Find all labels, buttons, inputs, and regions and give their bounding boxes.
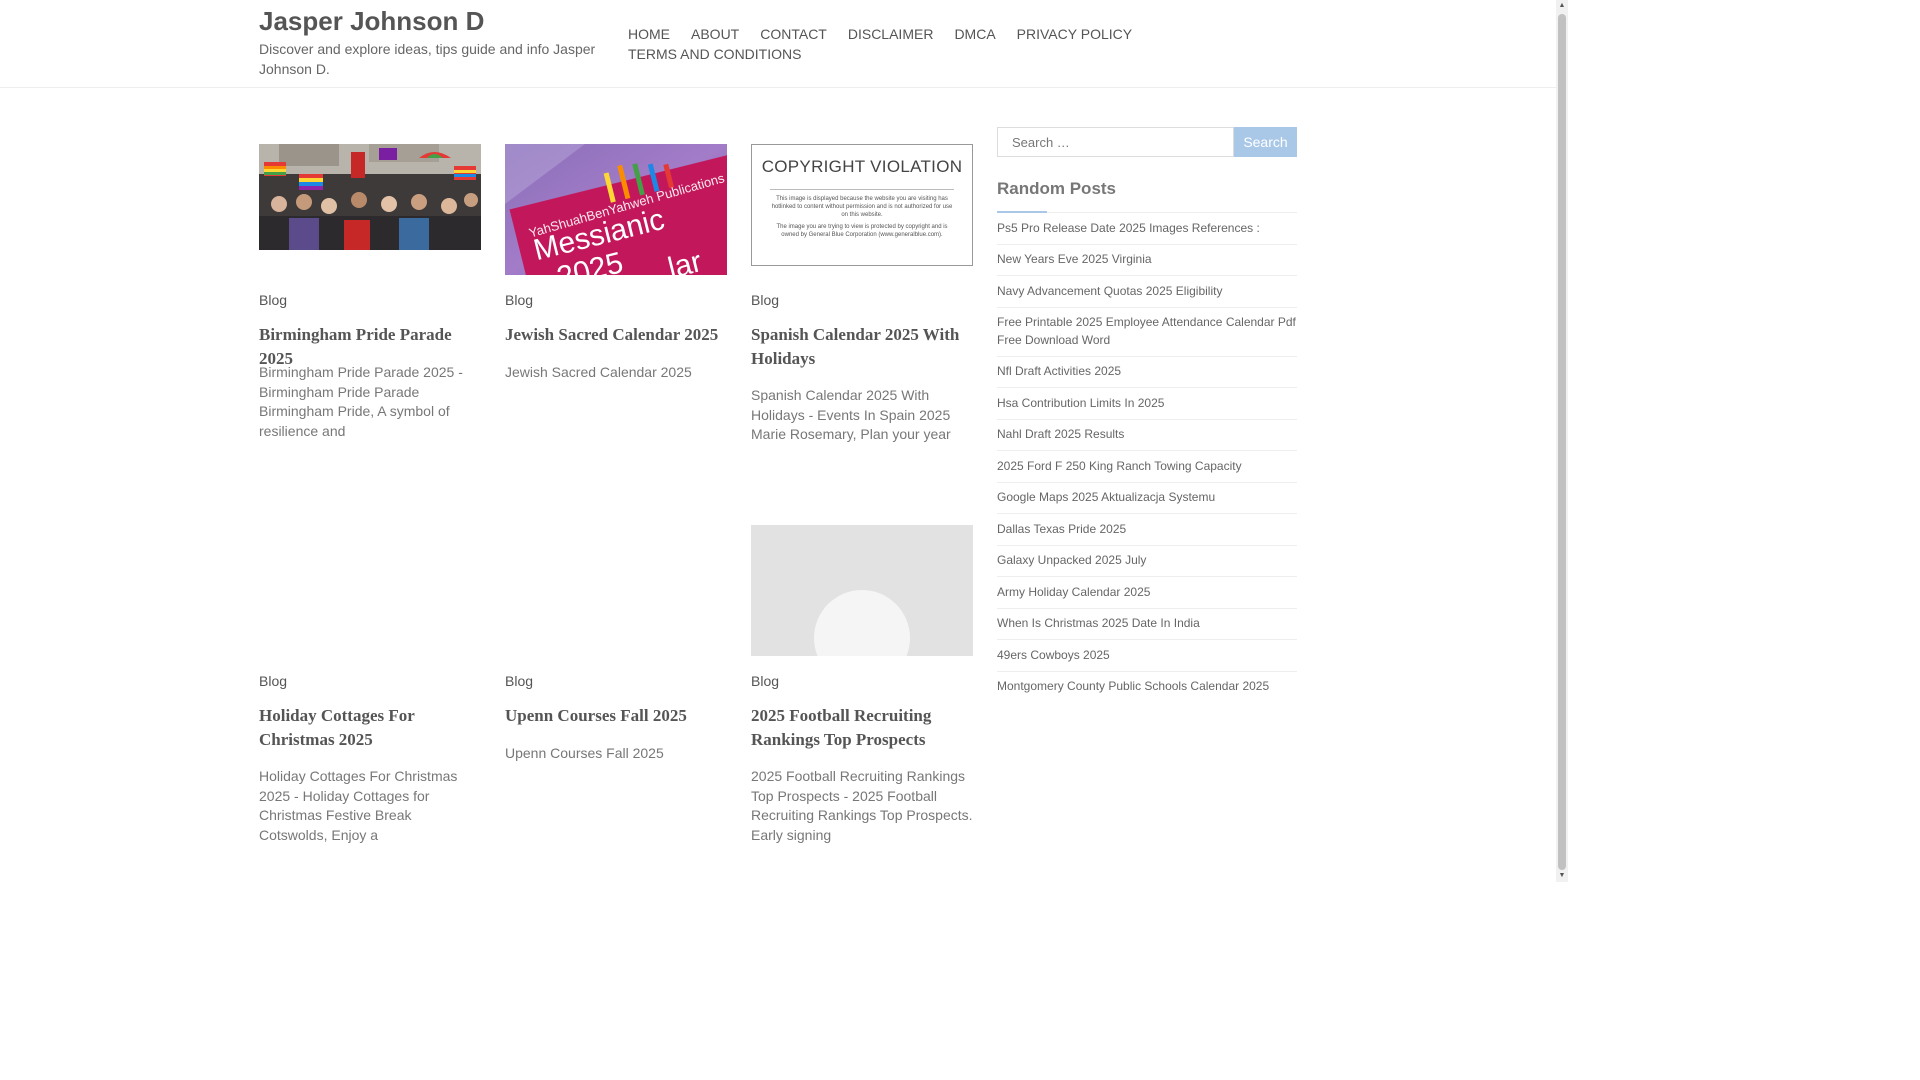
post-excerpt: Holiday Cottages For Christmas 2025 - Ho… <box>259 768 458 843</box>
messianic-calendar-photo: Messianic 2025 lar YahShuahBenYahweh Pub… <box>505 144 727 275</box>
random-posts-list: Ps5 Pro Release Date 2025 Images Referen… <box>997 213 1297 702</box>
post-category[interactable]: Blog <box>259 292 287 308</box>
random-post-item[interactable]: Free Printable 2025 Employee Attendance … <box>997 308 1297 357</box>
nav-home[interactable]: HOME <box>628 24 670 44</box>
post-excerpt: 2025 Football Recruiting Rankings Top Pr… <box>751 768 973 843</box>
nav-disclaimer[interactable]: DISCLAIMER <box>848 24 934 44</box>
post-thumbnail-messianic-calendar[interactable]: Messianic 2025 lar YahShuahBenYahweh Pub… <box>505 144 727 275</box>
post-title[interactable]: Holiday Cottages For Christmas 2025 <box>259 704 481 751</box>
random-post-item[interactable]: Ps5 Pro Release Date 2025 Images Referen… <box>997 213 1297 245</box>
random-post-item[interactable]: Galaxy Unpacked 2025 July <box>997 546 1297 577</box>
pride-parade-photo <box>259 144 481 250</box>
random-post-item[interactable]: Nahl Draft 2025 Results <box>997 420 1297 451</box>
random-post-item[interactable]: Dallas Texas Pride 2025 <box>997 514 1297 546</box>
post-category[interactable]: Blog <box>751 673 779 689</box>
random-post-item[interactable]: Hsa Contribution Limits In 2025 <box>997 388 1297 420</box>
copyright-body-1: This image is displayed because the webs… <box>771 196 953 218</box>
copyright-heading: COPYRIGHT VIOLATION <box>761 157 963 176</box>
copyright-body-2: The image you are trying to view is prot… <box>776 224 948 238</box>
nav-terms-and-conditions[interactable]: TERMS AND CONDITIONS <box>628 44 801 64</box>
scrollbar-thumb[interactable] <box>1558 14 1566 870</box>
random-posts-title: Random Posts <box>997 179 1117 198</box>
avatar-placeholder-icon <box>814 590 910 656</box>
post-excerpt: Spanish Calendar 2025 With Holidays - Ev… <box>751 387 951 442</box>
site-description: Discover and explore ideas, tips guide a… <box>259 41 596 77</box>
post-excerpt: Jewish Sacred Calendar 2025 <box>505 364 692 380</box>
random-post-item[interactable]: New Years Eve 2025 Virginia <box>997 245 1297 276</box>
post-thumbnail-copyright-violation[interactable]: COPYRIGHT VIOLATION This image is displa… <box>751 144 973 266</box>
random-post-item[interactable]: Army Holiday Calendar 2025 <box>997 577 1297 609</box>
site-title[interactable]: Jasper Johnson D <box>259 6 484 37</box>
nav-about[interactable]: ABOUT <box>691 24 739 44</box>
post-category[interactable]: Blog <box>505 292 533 308</box>
post-category[interactable]: Blog <box>505 673 533 689</box>
scroll-up-arrow-icon[interactable]: ▲ <box>1557 0 1567 12</box>
post-excerpt: Birmingham Pride Parade 2025 - Birmingha… <box>259 364 463 439</box>
post-title[interactable]: 2025 Football Recruiting Rankings Top Pr… <box>751 704 973 751</box>
post-category[interactable]: Blog <box>751 292 779 308</box>
nav-dmca[interactable]: DMCA <box>954 24 995 44</box>
post-thumbnail-placeholder[interactable] <box>751 525 973 656</box>
post-excerpt: Upenn Courses Fall 2025 <box>505 745 664 761</box>
nav-privacy-policy[interactable]: PRIVACY POLICY <box>1017 24 1132 44</box>
search-input[interactable] <box>997 127 1234 157</box>
random-post-item[interactable]: 49ers Cowboys 2025 <box>997 640 1297 672</box>
random-post-item[interactable]: Nfl Draft Activities 2025 <box>997 357 1297 388</box>
search-button[interactable]: Search <box>1234 127 1297 157</box>
random-post-item[interactable]: Montgomery County Public Schools Calenda… <box>997 672 1297 703</box>
scroll-down-arrow-icon[interactable]: ▼ <box>1557 870 1567 882</box>
random-post-item[interactable]: Navy Advancement Quotas 2025 Eligibility <box>997 276 1297 308</box>
random-post-item[interactable]: 2025 Ford F 250 King Ranch Towing Capaci… <box>997 451 1297 483</box>
random-post-item[interactable]: Google Maps 2025 Aktualizacja Systemu <box>997 483 1297 514</box>
post-thumbnail-pride-parade[interactable] <box>259 144 481 250</box>
main-nav: HOME ABOUT CONTACT DISCLAIMER DMCA PRIVACY PO… <box>628 24 1168 64</box>
random-post-item[interactable]: When Is Christmas 2025 Date In India <box>997 609 1297 640</box>
copyright-divider <box>770 189 954 190</box>
post-title[interactable]: Upenn Courses Fall 2025 <box>505 704 727 728</box>
post-title[interactable]: Jewish Sacred Calendar 2025 <box>505 323 727 347</box>
nav-contact[interactable]: CONTACT <box>760 24 827 44</box>
site-header: Jasper Johnson D Discover and explore id… <box>0 0 1556 88</box>
post-title[interactable]: Spanish Calendar 2025 With Holidays <box>751 323 973 370</box>
post-category[interactable]: Blog <box>259 673 287 689</box>
